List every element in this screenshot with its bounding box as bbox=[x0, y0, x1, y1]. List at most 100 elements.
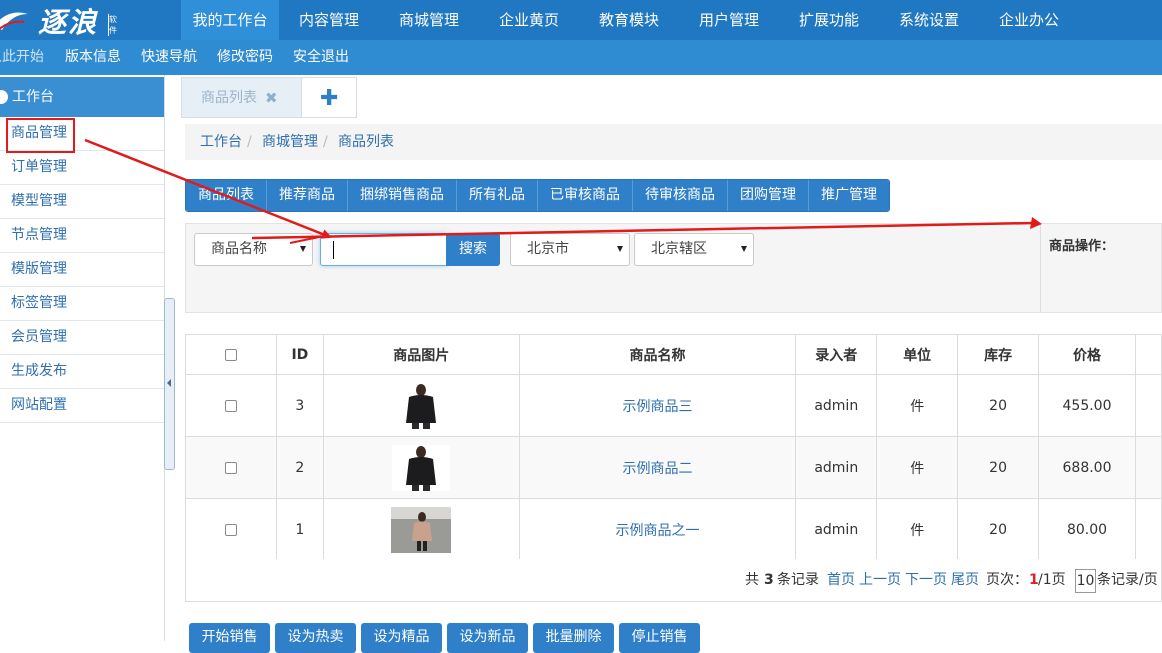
close-icon[interactable]: ✖ bbox=[265, 78, 278, 118]
breadcrumb-shop[interactable]: 商城管理 bbox=[262, 124, 318, 160]
col-header-id[interactable]: ID bbox=[275, 334, 324, 375]
jacket-photo-icon[interactable] bbox=[392, 382, 451, 429]
row-checkbox[interactable] bbox=[224, 399, 237, 412]
logo-text: 逐浪 bbox=[38, 6, 99, 39]
product-name-link[interactable]: 示例商品二 bbox=[622, 461, 692, 477]
btn-product-list[interactable]: 商品列表 bbox=[186, 180, 267, 211]
sidebar-item-templates[interactable]: 模版管理 bbox=[0, 253, 164, 287]
chevron-down-icon bbox=[741, 246, 747, 252]
province-select[interactable]: 北京市 bbox=[510, 233, 630, 266]
page-size-input[interactable]: 10 bbox=[1075, 569, 1096, 593]
btn-promotion[interactable]: 推广管理 bbox=[809, 180, 889, 211]
row-select-cell bbox=[185, 436, 277, 499]
cell-id: 2 bbox=[275, 436, 324, 499]
logo-badge: 软件 bbox=[108, 14, 122, 36]
cell-extra bbox=[1134, 436, 1162, 499]
cell-author: admin bbox=[795, 374, 878, 437]
product-ops-label: 商品操作： bbox=[1049, 239, 1115, 254]
subnav-change-password[interactable]: 修改密码 bbox=[217, 40, 273, 75]
row-checkbox[interactable] bbox=[224, 461, 237, 474]
pager-prev[interactable]: 上一页 bbox=[859, 559, 901, 602]
add-tab-button[interactable]: ✚ bbox=[301, 77, 357, 118]
search-field-select[interactable]: 商品名称 bbox=[194, 233, 313, 266]
cell-unit: 件 bbox=[876, 498, 959, 561]
btn-gifts[interactable]: 所有礼品 bbox=[457, 180, 538, 211]
nav-item-shop[interactable]: 商城管理 bbox=[379, 0, 479, 40]
nav-item-users[interactable]: 用户管理 bbox=[679, 0, 779, 40]
subnav-version[interactable]: 版本信息 bbox=[65, 40, 121, 75]
logo-mark-icon bbox=[0, 12, 28, 30]
col-header-stock[interactable]: 库存 bbox=[957, 334, 1040, 375]
subnav-quicknav[interactable]: 快速导航 bbox=[141, 40, 197, 75]
batch-delete-button[interactable]: 批量删除 bbox=[533, 623, 614, 653]
subnav-logout[interactable]: 安全退出 bbox=[293, 40, 349, 75]
logo: 逐浪 软件 bbox=[0, 0, 181, 40]
tab-product-list[interactable]: 商品列表 ✖ bbox=[181, 77, 302, 118]
set-hot-button[interactable]: 设为热卖 bbox=[275, 623, 356, 653]
table-row: 3 示例商品三 admin 件 20 455.00 bbox=[185, 374, 1162, 437]
btn-pending[interactable]: 待审核商品 bbox=[633, 180, 728, 211]
tab-label: 商品列表 bbox=[201, 90, 257, 106]
col-header-name[interactable]: 商品名称 bbox=[518, 334, 797, 375]
sidebar-item-publish[interactable]: 生成发布 bbox=[0, 355, 164, 389]
cell-unit: 件 bbox=[876, 436, 959, 499]
cell-name: 示例商品三 bbox=[518, 374, 797, 437]
nav-item-workbench[interactable]: 我的工作台 bbox=[181, 0, 279, 40]
start-sale-button[interactable]: 开始销售 bbox=[189, 623, 270, 653]
nav-item-education[interactable]: 教育模块 bbox=[579, 0, 679, 40]
chevron-down-icon bbox=[300, 246, 306, 252]
select-all-checkbox[interactable] bbox=[224, 348, 237, 361]
row-select-cell bbox=[185, 498, 277, 561]
pager-total-suffix: 条记录 bbox=[777, 572, 819, 588]
breadcrumb-product-list[interactable]: 商品列表 bbox=[338, 124, 394, 160]
jacket-photo-icon[interactable] bbox=[392, 444, 451, 491]
sidebar-item-tags[interactable]: 标签管理 bbox=[0, 287, 164, 321]
select-all-cell bbox=[185, 334, 277, 375]
pager-first[interactable]: 首页 bbox=[827, 559, 855, 602]
nav-item-settings[interactable]: 系统设置 bbox=[879, 0, 979, 40]
btn-recommended[interactable]: 推荐商品 bbox=[267, 180, 348, 211]
btn-bundle[interactable]: 捆绑销售商品 bbox=[348, 180, 457, 211]
row-checkbox[interactable] bbox=[224, 523, 237, 536]
sidebar-item-models[interactable]: 模型管理 bbox=[0, 185, 164, 219]
breadcrumb-workbench[interactable]: 工作台 bbox=[200, 124, 242, 160]
table-row: 2 示例商品二 admin 件 20 688.00 bbox=[185, 436, 1162, 499]
search-input[interactable] bbox=[320, 233, 447, 266]
product-name-link[interactable]: 示例商品三 bbox=[622, 399, 692, 415]
table-header-row: ID 商品图片 商品名称 录入者 单位 库存 价格 bbox=[185, 334, 1162, 375]
pager-next[interactable]: 下一页 bbox=[905, 559, 947, 602]
set-new-button[interactable]: 设为新品 bbox=[447, 623, 528, 653]
subnav-start[interactable]: 从此开始 bbox=[0, 40, 44, 75]
btn-group-buy[interactable]: 团购管理 bbox=[728, 180, 809, 211]
sidebar-collapse-handle[interactable] bbox=[164, 298, 175, 470]
sidebar-item-nodes[interactable]: 节点管理 bbox=[0, 219, 164, 253]
top-bar: 逐浪 软件 我的工作台 内容管理 商城管理 企业黄页 教育模块 用户管理 扩展功… bbox=[0, 0, 1162, 40]
search-filter-panel: 商品名称 搜索 北京市 北京辖区 商品操作： bbox=[185, 223, 1162, 313]
search-button[interactable]: 搜索 bbox=[446, 233, 500, 266]
nav-item-extensions[interactable]: 扩展功能 bbox=[779, 0, 879, 40]
nav-item-yellowpages[interactable]: 企业黄页 bbox=[479, 0, 579, 40]
sub-nav: 从此开始 版本信息 快速导航 修改密码 安全退出 bbox=[0, 40, 1162, 75]
coat-photo-icon[interactable] bbox=[391, 506, 452, 553]
cell-extra bbox=[1134, 498, 1162, 561]
set-featured-button[interactable]: 设为精品 bbox=[361, 623, 442, 653]
btn-approved[interactable]: 已审核商品 bbox=[538, 180, 633, 211]
product-name-link[interactable]: 示例商品之一 bbox=[615, 523, 699, 539]
nav-item-content[interactable]: 内容管理 bbox=[279, 0, 379, 40]
sidebar-header[interactable]: 工作台 bbox=[0, 77, 164, 117]
stop-sale-button[interactable]: 停止销售 bbox=[619, 623, 700, 653]
product-ops-panel: 商品操作： bbox=[1040, 224, 1162, 312]
sidebar-item-orders[interactable]: 订单管理 bbox=[0, 151, 164, 185]
col-header-image: 商品图片 bbox=[322, 334, 520, 375]
cell-image bbox=[322, 436, 520, 499]
cell-image bbox=[322, 374, 520, 437]
pager-last[interactable]: 尾页 bbox=[951, 559, 979, 602]
cell-price: 688.00 bbox=[1038, 436, 1136, 499]
sidebar-item-site-config[interactable]: 网站配置 bbox=[0, 389, 164, 423]
col-header-price[interactable]: 价格 bbox=[1038, 334, 1136, 375]
district-select[interactable]: 北京辖区 bbox=[634, 233, 754, 266]
nav-item-office[interactable]: 企业办公 bbox=[979, 0, 1079, 40]
cell-price: 455.00 bbox=[1038, 374, 1136, 437]
district-value: 北京辖区 bbox=[651, 241, 707, 257]
sidebar-item-members[interactable]: 会员管理 bbox=[0, 321, 164, 355]
